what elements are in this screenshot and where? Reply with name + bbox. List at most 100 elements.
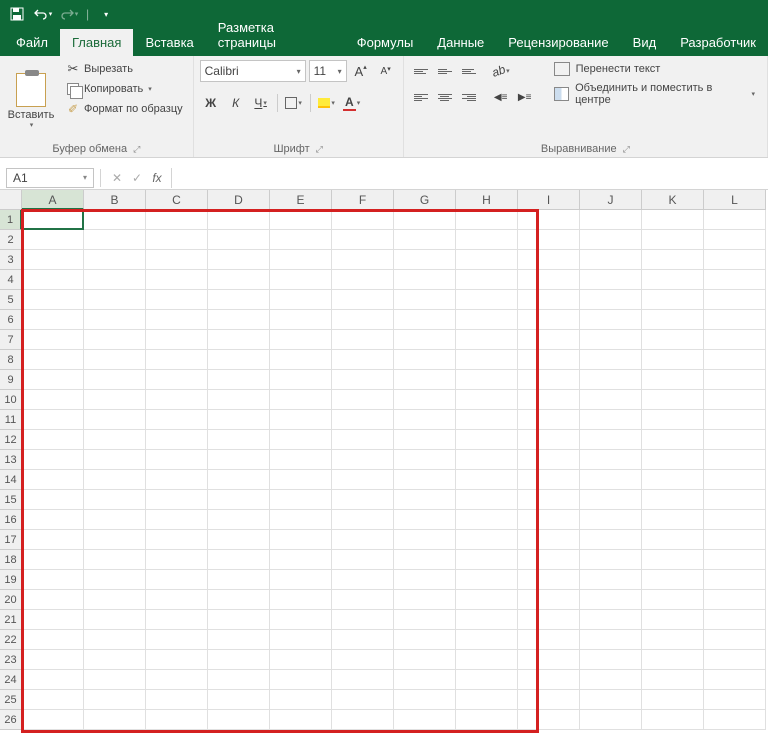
- cell[interactable]: [704, 550, 766, 570]
- cell[interactable]: [394, 650, 456, 670]
- cell[interactable]: [84, 390, 146, 410]
- cell[interactable]: [84, 370, 146, 390]
- cell[interactable]: [456, 690, 518, 710]
- cell[interactable]: [394, 490, 456, 510]
- cell[interactable]: [642, 310, 704, 330]
- cell[interactable]: [270, 490, 332, 510]
- cell[interactable]: [394, 270, 456, 290]
- cell[interactable]: [332, 490, 394, 510]
- cell[interactable]: [22, 510, 84, 530]
- cell[interactable]: [84, 210, 146, 230]
- align-left-button[interactable]: [410, 86, 432, 108]
- cell[interactable]: [332, 250, 394, 270]
- cell[interactable]: [580, 570, 642, 590]
- cell[interactable]: [580, 530, 642, 550]
- row-header-2[interactable]: 2: [0, 230, 22, 250]
- cell[interactable]: [84, 450, 146, 470]
- cell[interactable]: [704, 250, 766, 270]
- cell[interactable]: [270, 350, 332, 370]
- cell[interactable]: [208, 570, 270, 590]
- cell[interactable]: [518, 410, 580, 430]
- cell[interactable]: [642, 210, 704, 230]
- cell[interactable]: [642, 590, 704, 610]
- orientation-button[interactable]: ab▾: [490, 60, 512, 82]
- cell[interactable]: [642, 410, 704, 430]
- cell[interactable]: [580, 390, 642, 410]
- cell[interactable]: [84, 650, 146, 670]
- cell[interactable]: [332, 430, 394, 450]
- paste-button[interactable]: Вставить ▾: [6, 60, 56, 141]
- name-box[interactable]: A1▾: [6, 168, 94, 188]
- cell[interactable]: [332, 330, 394, 350]
- cell[interactable]: [84, 550, 146, 570]
- cell[interactable]: [580, 350, 642, 370]
- cell[interactable]: [518, 570, 580, 590]
- cell[interactable]: [518, 290, 580, 310]
- cell[interactable]: [84, 230, 146, 250]
- cell[interactable]: [642, 470, 704, 490]
- decrease-font-button[interactable]: A▾: [375, 60, 397, 82]
- cell[interactable]: [394, 250, 456, 270]
- insert-function-button[interactable]: fx: [147, 168, 167, 188]
- cell[interactable]: [208, 250, 270, 270]
- cell[interactable]: [146, 470, 208, 490]
- column-header-K[interactable]: K: [642, 190, 704, 210]
- cell[interactable]: [208, 410, 270, 430]
- cell[interactable]: [456, 330, 518, 350]
- cell[interactable]: [270, 530, 332, 550]
- cell[interactable]: [704, 690, 766, 710]
- cell[interactable]: [332, 710, 394, 730]
- cell[interactable]: [270, 390, 332, 410]
- cell[interactable]: [394, 410, 456, 430]
- column-header-I[interactable]: I: [518, 190, 580, 210]
- undo-button[interactable]: ▾: [32, 3, 54, 25]
- cell[interactable]: [580, 690, 642, 710]
- cell[interactable]: [146, 510, 208, 530]
- cell[interactable]: [208, 270, 270, 290]
- column-header-F[interactable]: F: [332, 190, 394, 210]
- tab-data[interactable]: Данные: [425, 29, 496, 56]
- cell[interactable]: [456, 450, 518, 470]
- column-header-B[interactable]: B: [84, 190, 146, 210]
- row-header-22[interactable]: 22: [0, 630, 22, 650]
- cell[interactable]: [394, 610, 456, 630]
- row-header-24[interactable]: 24: [0, 670, 22, 690]
- font-launcher[interactable]: ⤢: [316, 144, 323, 155]
- cell[interactable]: [208, 690, 270, 710]
- column-header-E[interactable]: E: [270, 190, 332, 210]
- cell[interactable]: [332, 470, 394, 490]
- cell[interactable]: [22, 710, 84, 730]
- align-top-button[interactable]: [410, 60, 432, 82]
- row-header-11[interactable]: 11: [0, 410, 22, 430]
- cell[interactable]: [270, 610, 332, 630]
- cell[interactable]: [580, 370, 642, 390]
- cell[interactable]: [518, 630, 580, 650]
- cell[interactable]: [518, 450, 580, 470]
- row-header-6[interactable]: 6: [0, 310, 22, 330]
- cell[interactable]: [704, 310, 766, 330]
- align-center-button[interactable]: [434, 86, 456, 108]
- cell[interactable]: [22, 390, 84, 410]
- cell[interactable]: [704, 570, 766, 590]
- cell[interactable]: [332, 690, 394, 710]
- cell[interactable]: [146, 210, 208, 230]
- cell[interactable]: [518, 350, 580, 370]
- cell[interactable]: [332, 570, 394, 590]
- cell[interactable]: [270, 570, 332, 590]
- cell[interactable]: [518, 650, 580, 670]
- row-header-7[interactable]: 7: [0, 330, 22, 350]
- cell[interactable]: [84, 670, 146, 690]
- cell[interactable]: [580, 710, 642, 730]
- cell[interactable]: [332, 530, 394, 550]
- alignment-launcher[interactable]: ⤢: [623, 144, 630, 155]
- cell[interactable]: [270, 310, 332, 330]
- cell[interactable]: [580, 510, 642, 530]
- cell[interactable]: [456, 590, 518, 610]
- cell[interactable]: [332, 370, 394, 390]
- cell[interactable]: [208, 450, 270, 470]
- cut-button[interactable]: ✂Вырезать: [62, 60, 187, 78]
- cell[interactable]: [146, 410, 208, 430]
- cell[interactable]: [704, 470, 766, 490]
- cell[interactable]: [332, 670, 394, 690]
- cell[interactable]: [208, 510, 270, 530]
